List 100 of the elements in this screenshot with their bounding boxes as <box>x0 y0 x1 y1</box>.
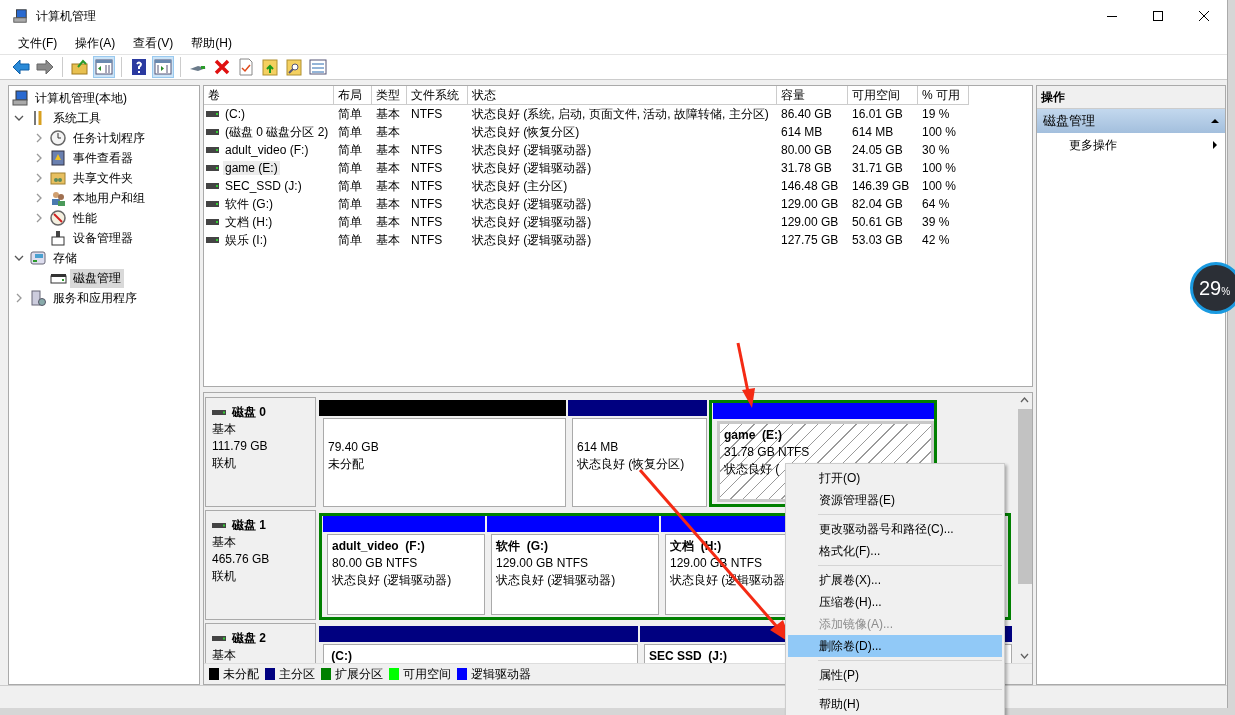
tree-item[interactable]: 本地用户和组 <box>70 188 148 208</box>
volume-name[interactable]: SEC_SSD (J:) <box>223 179 304 193</box>
table-cell: 146.48 GB <box>781 179 839 193</box>
disk-detail: 联机 <box>212 569 236 583</box>
tree-item[interactable]: 磁盘管理 <box>70 268 124 288</box>
legend-label: 逻辑驱动器 <box>471 665 531 683</box>
table-cell: 80.00 GB <box>781 143 832 157</box>
partition[interactable]: 软件 (G:) 129.00 GB NTFS 状态良好 (逻辑驱动器) <box>491 534 659 615</box>
menu-item[interactable]: 帮助(H) <box>788 693 1002 715</box>
table-cell: 100 % <box>922 161 957 175</box>
table-cell: 127.75 GB <box>781 233 839 247</box>
computer-icon <box>11 89 29 107</box>
volume-name[interactable]: 软件 (G:) <box>223 195 275 213</box>
tree-item[interactable]: 设备管理器 <box>70 228 136 248</box>
maximize-icon[interactable] <box>1153 11 1163 21</box>
tree-item[interactable]: 计算机管理(本地) <box>32 88 130 108</box>
checklist-button[interactable] <box>307 56 329 78</box>
table-cell: 状态良好 (逻辑驱动器) <box>472 141 592 159</box>
table-cell: NTFS <box>411 197 443 211</box>
column-header[interactable]: 类型 <box>372 86 407 105</box>
folder-up-button[interactable] <box>259 56 281 78</box>
table-cell: 31.78 GB <box>781 161 832 175</box>
table-cell: NTFS <box>411 215 443 229</box>
services-icon <box>29 289 47 307</box>
share-icon <box>49 169 67 187</box>
partition[interactable]: adult_video (F:) 80.00 GB NTFS 状态良好 (逻辑驱动器) <box>327 534 485 615</box>
device-icon <box>49 229 67 247</box>
table-cell: 简单 <box>338 141 362 159</box>
column-header[interactable]: 状态 <box>468 86 777 105</box>
volume-name[interactable]: 娱乐 (I:) <box>223 231 269 249</box>
storage-icon <box>29 249 47 267</box>
table-cell: 129.00 GB <box>781 215 839 229</box>
disk-detail: 基本 <box>212 535 236 549</box>
volume-name[interactable]: (C:) <box>223 107 247 121</box>
log-icon <box>49 149 67 167</box>
drive-icon <box>206 182 219 190</box>
tree-pane-button[interactable] <box>93 56 115 78</box>
tree-item[interactable]: 服务和应用程序 <box>50 288 140 308</box>
column-header[interactable]: 卷 <box>204 86 334 105</box>
menu-item[interactable]: 文件(F) <box>9 34 67 52</box>
menu-item[interactable]: 操作(A) <box>66 34 125 52</box>
action-item[interactable]: 更多操作 <box>1037 133 1225 157</box>
table-cell: 简单 <box>338 213 362 231</box>
tree-item[interactable]: 共享文件夹 <box>70 168 136 188</box>
disk-info-panel[interactable]: 磁盘 2 基本 <box>205 623 316 663</box>
collapse-icon[interactable] <box>1211 117 1219 125</box>
table-cell: 614 MB <box>852 125 894 139</box>
table-cell: 53.03 GB <box>852 233 903 247</box>
partition[interactable]: (C:) <box>323 644 638 663</box>
tree-item[interactable]: 任务计划程序 <box>70 128 148 148</box>
menu-item[interactable]: 压缩卷(H)... <box>788 591 1002 613</box>
column-header[interactable]: 布局 <box>334 86 372 105</box>
column-header[interactable]: % 可用 <box>918 86 969 105</box>
table-cell: 基本 <box>376 141 400 159</box>
drive-icon <box>206 110 219 118</box>
volume-name[interactable]: 文档 (H:) <box>223 213 275 231</box>
annotation-arrow <box>736 342 755 408</box>
tree-item[interactable]: 存储 <box>50 248 80 268</box>
table-cell: 状态良好 (逻辑驱动器) <box>472 213 592 231</box>
menu-item[interactable]: 属性(P) <box>788 664 1002 686</box>
table-cell: 31.71 GB <box>852 161 903 175</box>
volume-name[interactable]: adult_video (F:) <box>223 143 311 157</box>
table-cell: 状态良好 (系统, 启动, 页面文件, 活动, 故障转储, 主分区) <box>472 105 769 123</box>
drive-icon <box>206 146 219 154</box>
tree-item[interactable]: 事件查看器 <box>70 148 136 168</box>
table-cell: 基本 <box>376 105 400 123</box>
disk-info-panel[interactable]: 磁盘 1 基本 465.76 GB 联机 <box>205 510 316 620</box>
partition[interactable]: 614 MB 状态良好 (恢复分区) <box>572 418 707 507</box>
menu-item[interactable]: 更改驱动器号和路径(C)... <box>788 518 1002 540</box>
table-cell: 状态良好 (逻辑驱动器) <box>472 195 592 213</box>
column-header[interactable]: 文件系统 <box>407 86 468 105</box>
partition[interactable]: 79.40 GB 未分配 <box>323 418 566 507</box>
disk-detail: 联机 <box>212 456 236 470</box>
table-cell: 82.04 GB <box>852 197 903 211</box>
menu-item[interactable]: 删除卷(D)... <box>788 635 1002 657</box>
menu-item[interactable]: 格式化(F)... <box>788 540 1002 562</box>
close-icon[interactable] <box>1199 11 1209 21</box>
table-cell: 64 % <box>922 197 950 211</box>
menu-item[interactable]: 查看(V) <box>124 34 183 52</box>
tree-item[interactable]: 系统工具 <box>50 108 104 128</box>
disk-detail: 基本 <box>212 422 236 436</box>
table-cell: 30 % <box>922 143 950 157</box>
tree-item[interactable]: 性能 <box>70 208 100 228</box>
disk-info-panel[interactable]: 磁盘 0 基本 111.79 GB 联机 <box>205 397 316 507</box>
table-cell: NTFS <box>411 179 443 193</box>
table-cell: 基本 <box>376 231 400 249</box>
action-pane-button[interactable] <box>152 56 174 78</box>
actions-section[interactable]: 磁盘管理 <box>1037 109 1225 133</box>
volume-name[interactable]: (磁盘 0 磁盘分区 2) <box>223 123 331 141</box>
column-header[interactable]: 容量 <box>777 86 848 105</box>
menu-item[interactable]: 帮助(H) <box>182 34 241 52</box>
plug-icon[interactable] <box>190 66 206 71</box>
menu-item[interactable]: 扩展卷(X)... <box>788 569 1002 591</box>
computer-icon <box>12 8 28 24</box>
folder-search-button[interactable] <box>283 56 305 78</box>
drive-icon <box>206 128 219 136</box>
volume-name[interactable]: game (E:) <box>223 161 280 175</box>
table-cell: 100 % <box>922 125 957 139</box>
drive-icon <box>206 236 219 244</box>
column-header[interactable]: 可用空间 <box>848 86 918 105</box>
